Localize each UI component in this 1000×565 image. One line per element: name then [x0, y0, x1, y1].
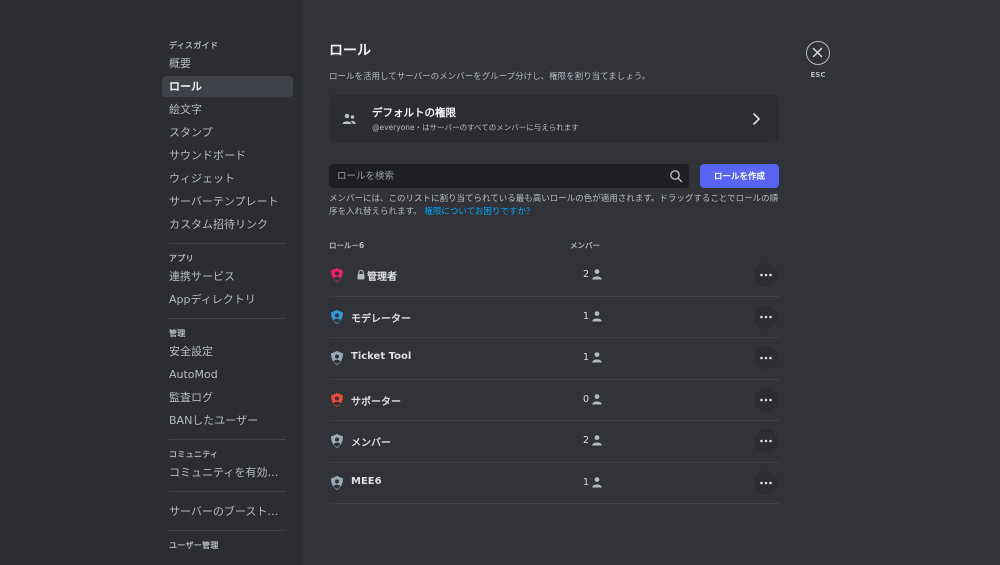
default-permissions-card[interactable]: デフォルトの権限 @everyone・はサーバーのすべてのメンバーに与えられます [329, 95, 779, 143]
role-more-button[interactable] [754, 346, 778, 370]
permissions-help-link[interactable]: 権限についてお困りですか？ [424, 207, 534, 217]
help-description: メンバーには、このリストに割り当てられている最も高いロールの色が適用されます。ド… [329, 194, 779, 217]
more-options-icon [760, 273, 772, 277]
role-more-button[interactable] [754, 429, 778, 453]
roles-list: 管理者 2 モデレーター 1 Ticket Tool 1 サポーター 0 メンバー 2 MEE6 1 [329, 255, 779, 504]
nav-divider [169, 318, 286, 319]
person-icon [592, 310, 602, 321]
nav-section-header: アプリ [169, 254, 194, 263]
more-options-icon [760, 481, 772, 484]
sidebar-item[interactable]: ウィジェット [162, 168, 293, 189]
default-permissions-title: デフォルトの権限 [372, 107, 456, 119]
role-more-button[interactable] [754, 387, 778, 412]
person-icon [592, 269, 602, 280]
role-name: MEE6 [351, 475, 382, 487]
sidebar-item[interactable]: BANしたユーザー [162, 410, 293, 431]
role-row[interactable]: Ticket Tool 1 [329, 338, 779, 380]
role-shield-icon [331, 475, 343, 490]
role-member-count: 1 [582, 310, 589, 322]
search-icon[interactable] [669, 169, 683, 183]
sidebar-item[interactable]: Appディレクトリ [162, 289, 293, 310]
members-column-header: メンバー [570, 241, 600, 250]
sidebar-item[interactable]: サーバーテンプレート [162, 191, 293, 212]
sidebar-item[interactable]: コミュニティを有効に… [162, 462, 293, 483]
more-options-icon [760, 398, 772, 401]
sidebar-item[interactable]: 監査ログ [162, 387, 293, 408]
lock-icon [357, 269, 365, 280]
role-name: サポーター [351, 396, 401, 408]
role-member-count: 2 [582, 435, 589, 446]
people-icon [342, 113, 356, 124]
sidebar-item[interactable]: AutoMod [162, 364, 293, 385]
more-options-icon [760, 356, 772, 360]
sidebar-item[interactable]: 連携サービス [162, 266, 293, 287]
role-shield-icon [331, 268, 343, 282]
role-shield-icon [331, 392, 343, 407]
nav-divider [169, 491, 286, 492]
role-more-button[interactable] [754, 304, 778, 329]
role-member-count: 1 [582, 476, 589, 488]
role-search [329, 164, 689, 188]
role-row[interactable]: メンバー 2 [329, 421, 779, 463]
person-icon [592, 435, 602, 446]
sidebar-item[interactable]: サウンドボード [162, 145, 293, 166]
role-row[interactable]: モデレーター 1 [329, 297, 779, 338]
person-icon [592, 476, 602, 487]
nav-divider [169, 530, 286, 531]
role-name: メンバー [351, 438, 391, 449]
settings-sidebar: ディスガイド概要 ロール 絵文字 スタンプ サウンドボード ウィジェット サーバーテンプレー… [0, 0, 303, 565]
sidebar-item[interactable]: スタンプ [162, 122, 293, 143]
nav-section-header: ディスガイド [169, 41, 219, 50]
sidebar-item[interactable]: ロール [162, 76, 293, 97]
close-settings-button[interactable] [806, 41, 830, 65]
close-icon [812, 47, 823, 58]
role-row[interactable]: MEE6 1 [329, 463, 779, 504]
chevron-right-icon [753, 113, 760, 125]
sidebar-nav: ディスガイド概要 ロール 絵文字 スタンプ サウンドボード ウィジェット サーバーテンプレー… [162, 40, 293, 553]
role-search-input[interactable] [329, 164, 659, 188]
create-role-button[interactable]: ロールを作成 [700, 164, 779, 188]
roles-column-header: ロール－6 [329, 241, 365, 250]
more-options-icon [760, 315, 772, 318]
role-shield-icon [331, 309, 343, 324]
person-icon [592, 352, 602, 363]
nav-section-header: ユーザー管理 [169, 541, 219, 550]
role-row[interactable]: サポーター 0 [329, 380, 779, 421]
roles-panel: ロール ロールを活用してサーバーのメンバーをグループ分けし、権限を割り当てましょ… [329, 0, 779, 565]
role-member-count: 0 [582, 393, 589, 405]
role-more-button[interactable] [754, 263, 778, 287]
role-shield-icon [331, 351, 343, 365]
nav-divider [169, 243, 286, 244]
sidebar-item[interactable]: 安全設定 [162, 341, 293, 362]
sidebar-item[interactable]: 概要 [162, 53, 293, 74]
sidebar-item[interactable]: サーバーのブースト状態 [162, 501, 293, 522]
role-member-count: 2 [582, 269, 589, 280]
page-title: ロール [329, 43, 371, 59]
sidebar-item[interactable]: 絵文字 [162, 99, 293, 120]
role-member-count: 1 [582, 352, 589, 363]
role-shield-icon [331, 434, 343, 448]
nav-section-header: コミュニティ [169, 450, 219, 459]
role-name: 管理者 [367, 272, 397, 283]
nav-divider [169, 439, 286, 440]
person-icon [592, 393, 602, 404]
role-more-button[interactable] [754, 470, 778, 495]
page-subtitle: ロールを活用してサーバーのメンバーをグループ分けし、権限を割り当てましょう。 [329, 72, 651, 82]
role-row[interactable]: 管理者 2 [329, 255, 779, 297]
nav-section-header: 管理 [169, 329, 186, 338]
default-permissions-description: @everyone・はサーバーのすべてのメンバーに与えられます [372, 123, 579, 132]
role-name: モデレーター [351, 313, 411, 325]
sidebar-item[interactable]: カスタム招待リンク [162, 214, 293, 235]
more-options-icon [760, 439, 772, 443]
role-name: Ticket Tool [351, 351, 412, 362]
esc-label: ESC [810, 71, 826, 79]
role-help-text: メンバーには、このリストに割り当てられている最も高いロールの色が適用されます。ド… [329, 193, 779, 219]
